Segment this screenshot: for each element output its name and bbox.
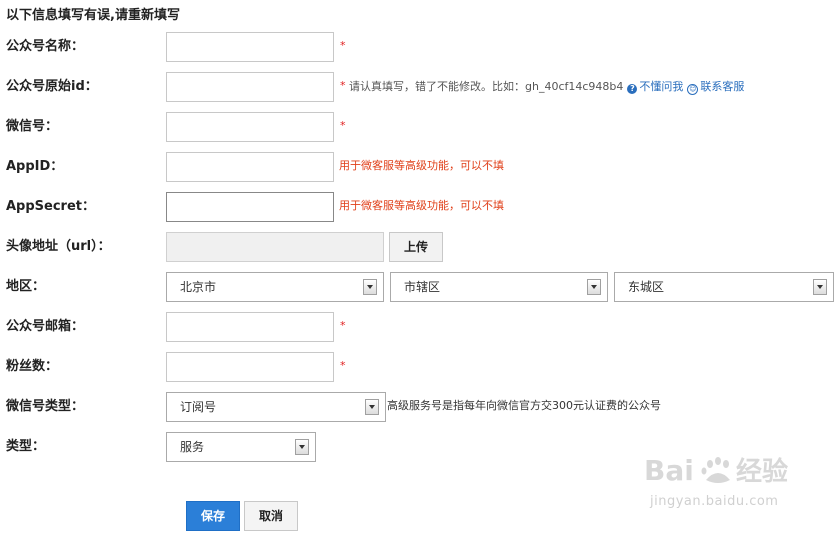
- province-select[interactable]: 北京市: [166, 272, 384, 302]
- required-mark: *: [340, 119, 346, 132]
- appid-hint: 用于微客服等高级功能，可以不填: [339, 159, 504, 172]
- chevron-down-icon: [365, 399, 379, 415]
- city-value: 市辖区: [404, 280, 441, 294]
- save-button[interactable]: 保存: [186, 501, 240, 531]
- name-input[interactable]: [166, 32, 334, 62]
- account-type-select[interactable]: 订阅号: [166, 392, 386, 422]
- watermark-url: jingyan.baidu.com: [650, 494, 779, 509]
- chevron-down-icon: [813, 279, 827, 295]
- fans-input[interactable]: [166, 352, 334, 382]
- avatar-label: 头像地址（url）：: [6, 239, 111, 254]
- question-icon: ?: [627, 84, 638, 94]
- svg-text:经验: 经验: [736, 456, 788, 486]
- region-label: 地区：: [6, 279, 46, 294]
- province-value: 北京市: [180, 280, 217, 294]
- fans-label: 粉丝数：: [6, 359, 59, 374]
- email-input[interactable]: [166, 312, 334, 342]
- chevron-down-icon: [587, 279, 601, 295]
- name-label: 公众号名称：: [6, 39, 85, 54]
- account-type-value: 订阅号: [180, 400, 217, 414]
- wechat-id-input[interactable]: [166, 112, 334, 142]
- district-value: 东城区: [628, 280, 665, 294]
- account-type-label: 微信号类型：: [6, 399, 85, 414]
- appsecret-input[interactable]: [166, 192, 334, 222]
- original-id-hint: 请认真填写，错了不能修改。比如：gh_40cf14c948b4? 不懂问我 ☺ 联系客…: [349, 80, 744, 95]
- category-value: 服务: [180, 440, 205, 454]
- avatar-url-input[interactable]: [166, 232, 384, 262]
- baidu-logo-icon: Bai 经验: [644, 454, 788, 486]
- required-mark: *: [340, 79, 346, 92]
- form-page: 以下信息填写有误,请重新填写 公众号名称： * 公众号原始id： * 请认真填写…: [0, 0, 840, 533]
- appid-label: AppID：: [6, 159, 64, 174]
- chevron-down-icon: [295, 439, 309, 455]
- original-id-label: 公众号原始id：: [6, 79, 98, 94]
- email-label: 公众号邮箱：: [6, 319, 85, 334]
- appsecret-label: AppSecret：: [6, 199, 96, 214]
- svg-text:Bai: Bai: [644, 454, 694, 486]
- original-id-input[interactable]: [166, 72, 334, 102]
- required-mark: *: [340, 319, 346, 332]
- error-header: 以下信息填写有误,请重新填写: [6, 8, 180, 23]
- appid-input[interactable]: [166, 152, 334, 182]
- category-select[interactable]: 服务: [166, 432, 316, 462]
- account-type-hint: 高级服务号是指每年向微信官方交300元认证费的公众号: [387, 399, 661, 412]
- wechat-id-label: 微信号：: [6, 119, 59, 134]
- original-id-hint-text: 请认真填写，错了不能修改。比如：gh_40cf14c948b4: [349, 80, 624, 93]
- smile-icon: ☺: [687, 84, 699, 95]
- chevron-down-icon: [363, 279, 377, 295]
- help-link[interactable]: 不懂问我: [639, 80, 683, 93]
- city-select[interactable]: 市辖区: [390, 272, 608, 302]
- appsecret-hint: 用于微客服等高级功能，可以不填: [339, 199, 504, 212]
- required-mark: *: [340, 359, 346, 372]
- required-mark: *: [340, 39, 346, 52]
- district-select[interactable]: 东城区: [614, 272, 834, 302]
- baidu-watermark: Bai 经验 jingyan.baidu.com: [640, 448, 800, 518]
- support-link[interactable]: 联系客服: [700, 80, 744, 93]
- category-label: 类型：: [6, 439, 46, 454]
- cancel-button[interactable]: 取消: [244, 501, 298, 531]
- upload-button[interactable]: 上传: [389, 232, 443, 262]
